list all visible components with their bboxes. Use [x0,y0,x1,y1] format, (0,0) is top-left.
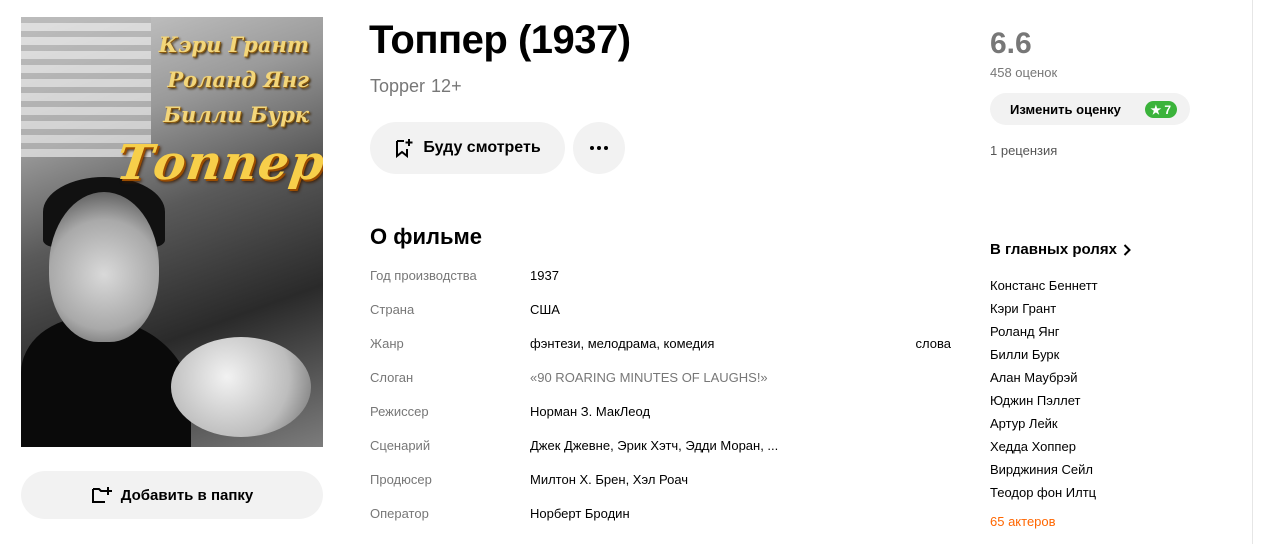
add-to-folder-button[interactable]: Добавить в папку [21,471,323,519]
poster-figure-woman [171,337,311,437]
bookmark-plus-icon [396,139,413,158]
info-value[interactable]: США [530,302,960,317]
more-dots-icon [590,146,608,150]
poster-actor-name: Билли Бурк [163,102,309,127]
info-value[interactable]: Милтон Х. Брен, Хэл Роач [530,472,960,487]
info-row-country: Страна США [370,292,960,326]
cast-actor-link[interactable]: Констанс Беннетт [990,274,1098,297]
cast-actor-link[interactable]: Кэри Грант [990,297,1098,320]
info-row-director: Режиссер Норман З. МакЛеод [370,394,960,428]
info-label: Страна [370,301,415,317]
original-title: Topper [370,76,426,96]
star-icon: ★ [1150,102,1162,117]
info-label: Год производства [370,267,477,283]
chevron-right-icon [1123,243,1131,256]
info-row-year: Год производства 1937 [370,258,960,292]
original-title-line: Topper 12+ [370,76,462,97]
about-heading: О фильме [370,224,483,249]
info-value[interactable]: фэнтези, мелодрама, комедия [530,336,916,351]
info-label: Оператор [370,505,429,521]
cast-list: Констанс Беннетт Кэри Грант Роланд Янг Б… [990,274,1098,504]
info-row-genre: Жанр фэнтези, мелодрама, комедия слова [370,326,960,360]
cast-actor-link[interactable]: Билли Бурк [990,343,1098,366]
cast-actor-link[interactable]: Теодор фон Илтц [990,481,1098,504]
watchlist-label: Буду смотреть [423,139,541,156]
poster-actor-names: Кэри Грант Роланд Янг Билли Бурк [159,27,309,132]
change-rating-button[interactable]: Изменить оценку ★ 7 [990,93,1190,125]
cast-actor-link[interactable]: Юджин Пэллет [990,389,1098,412]
info-value[interactable]: Норман З. МакЛеод [530,404,960,419]
info-row-operator: Оператор Норберт Бродин [370,496,960,530]
watchlist-button[interactable]: Буду смотреть [370,122,565,174]
more-options-button[interactable] [573,122,625,174]
info-value[interactable]: Джек Джевне, Эрик Хэтч, Эдди Моран, ... [530,438,960,453]
rating-score: 6.6 [990,27,1032,60]
cast-actor-link[interactable]: Артур Лейк [990,412,1098,435]
my-rating-value: 7 [1164,102,1171,117]
all-actors-link[interactable]: 65 актеров [990,514,1056,529]
rating-votes: 458 оценок [990,65,1058,80]
movie-poster[interactable]: Кэри Грант Роланд Янг Билли Бурк Топпер [21,17,323,447]
page-title: Топпер (1937) [369,18,631,62]
film-info-table: Год производства 1937 Страна США Жанр фэ… [370,258,960,530]
cast-actor-link[interactable]: Алан Маубрэй [990,366,1098,389]
poster-title: Топпер [113,135,323,191]
info-label: Сценарий [370,437,431,453]
info-value[interactable]: 1937 [530,268,960,283]
info-label: Режиссер [370,403,429,419]
info-row-producer: Продюсер Милтон Х. Брен, Хэл Роач [370,462,960,496]
cast-heading-link[interactable]: В главных ролях [990,241,1131,258]
info-label: Жанр [370,335,404,351]
change-rating-label: Изменить оценку [1010,101,1121,117]
cast-actor-link[interactable]: Хедда Хоппер [990,435,1098,458]
page-scrollbar[interactable] [1252,0,1278,544]
info-row-writer: Сценарий Джек Джевне, Эрик Хэтч, Эдди Мо… [370,428,960,462]
poster-actor-name: Кэри Грант [158,32,309,57]
poster-actor-name: Роланд Янг [167,67,309,92]
info-row-tagline: Слоган «90 ROARING MINUTES OF LAUGHS!» [370,360,960,394]
reviews-link[interactable]: 1 рецензия [990,143,1057,158]
folder-plus-icon [91,487,112,503]
info-value[interactable]: Норберт Бродин [530,506,960,521]
info-value: «90 ROARING MINUTES OF LAUGHS!» [530,369,768,385]
cast-heading-label: В главных ролях [990,241,1117,258]
cast-actor-link[interactable]: Вирджиния Сейл [990,458,1098,481]
my-rating-badge: ★ 7 [1144,101,1177,118]
info-label: Продюсер [370,471,432,487]
info-label: Слоган [370,369,414,385]
add-to-folder-label: Добавить в папку [120,486,254,504]
age-rating: 12+ [431,76,462,96]
cast-actor-link[interactable]: Роланд Янг [990,320,1098,343]
poster-figure-face [49,192,159,342]
genre-keywords-link[interactable]: слова [916,336,951,351]
